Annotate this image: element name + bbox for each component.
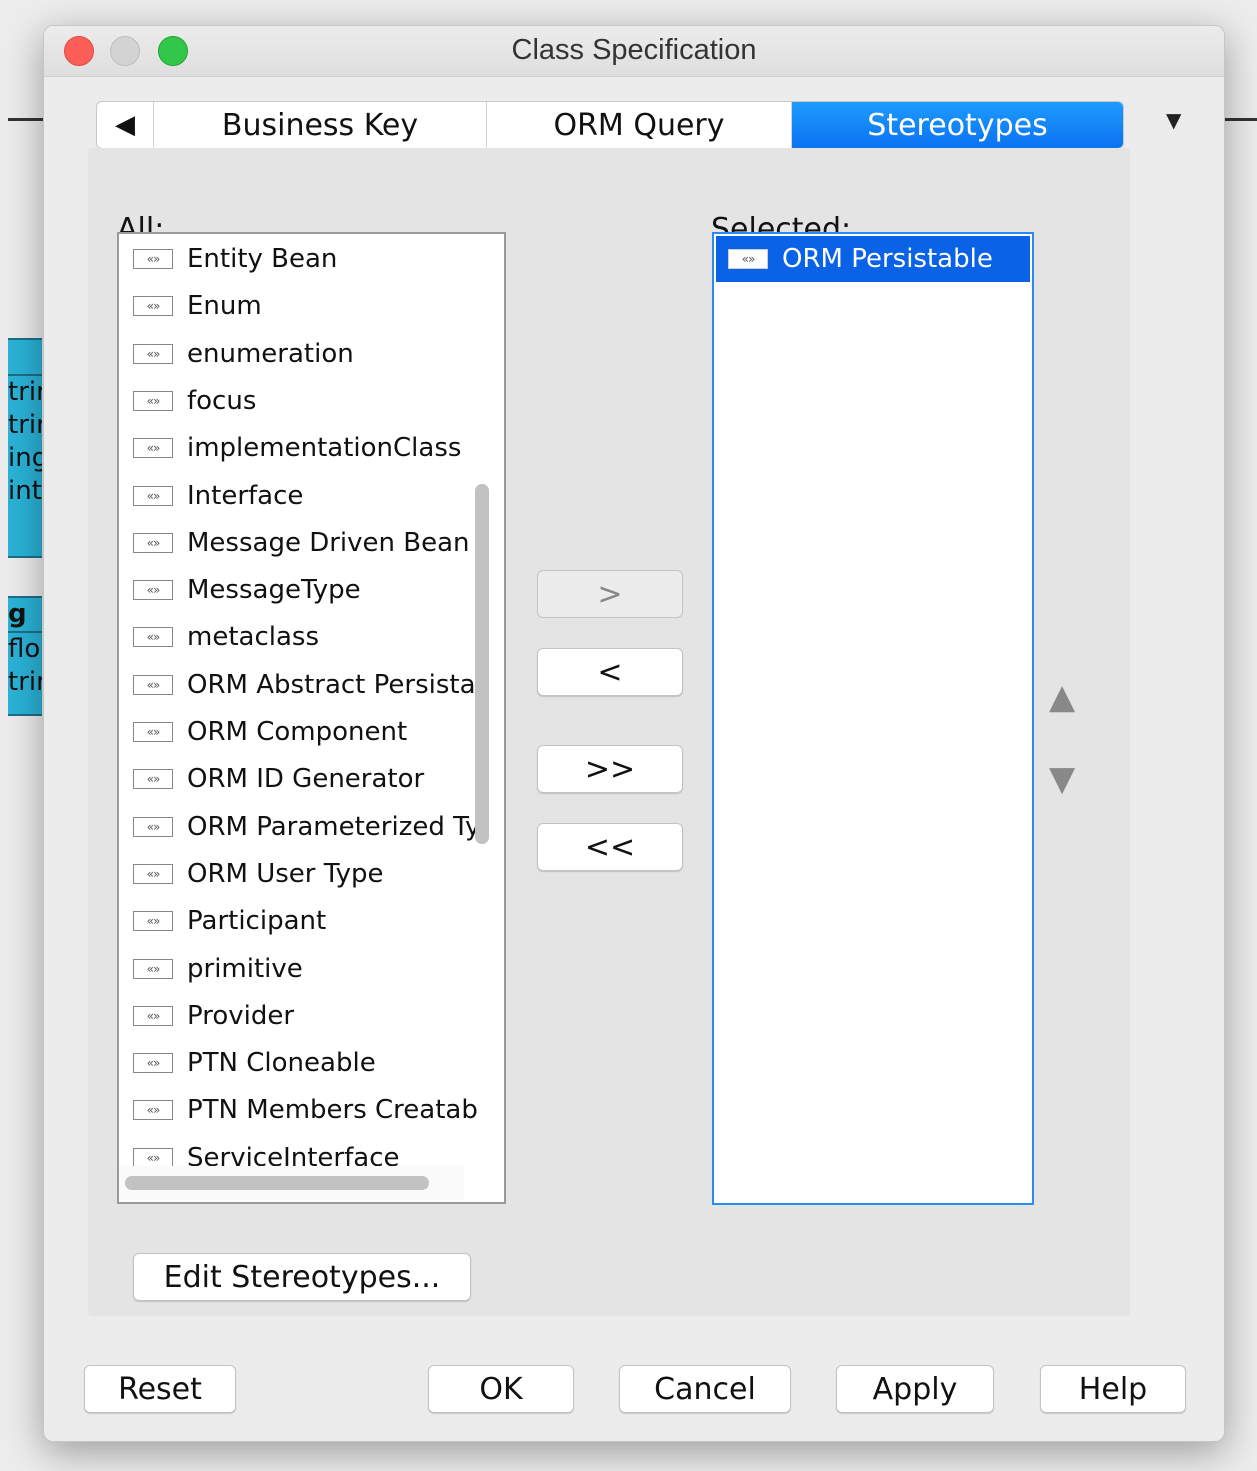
background-diagram-line-left xyxy=(8,118,44,121)
help-button[interactable]: Help xyxy=(1040,1365,1186,1413)
list-item[interactable]: «» Message Driven Bean xyxy=(133,523,470,563)
list-item-label: Message Driven Bean xyxy=(187,527,470,558)
list-item[interactable]: «» primitive xyxy=(133,949,303,989)
list-item[interactable]: «» Enum xyxy=(133,286,262,326)
vertical-scrollbar[interactable] xyxy=(475,484,489,844)
stereotype-icon: «» xyxy=(133,863,173,884)
list-item[interactable]: «» MessageType xyxy=(133,570,361,610)
stereotype-icon: «» xyxy=(133,816,173,837)
list-item-label: PTN Members Creatab xyxy=(187,1095,478,1126)
list-item-label: PTN Cloneable xyxy=(187,1048,376,1079)
background-diagram-line-right xyxy=(1222,118,1257,121)
horizontal-scrollbar[interactable] xyxy=(125,1176,429,1190)
stereotype-icon: «» xyxy=(133,674,173,695)
stereotypes-panel: All: Selected: «» Entity Bean «» Enum «» enum… xyxy=(88,148,1130,1316)
stereotype-icon: «» xyxy=(133,1100,173,1121)
selected-stereotypes-list[interactable]: «» ORM Persistable xyxy=(712,232,1034,1205)
all-stereotypes-list[interactable]: «» Entity Bean «» Enum «» enumeration «» focus «… xyxy=(117,232,506,1204)
list-item[interactable]: «» PTN Members Creatab xyxy=(133,1090,478,1130)
background-text: trin xyxy=(8,410,42,440)
stereotype-icon: «» xyxy=(133,1147,173,1168)
list-item-label: ORM Abstract Persista xyxy=(187,669,476,700)
list-item-label: ORM Parameterized Ty xyxy=(187,811,481,842)
list-item-label: enumeration xyxy=(187,338,354,369)
list-item-label: primitive xyxy=(187,953,303,984)
list-item[interactable]: «» ORM Persistable xyxy=(716,236,1030,282)
list-item-label: ORM ID Generator xyxy=(187,764,425,795)
reset-button[interactable]: Reset xyxy=(84,1365,236,1413)
stereotype-icon: «» xyxy=(133,580,173,601)
stereotype-icon: «» xyxy=(133,627,173,648)
stereotype-icon: «» xyxy=(133,343,173,364)
list-item[interactable]: «» Interface xyxy=(133,476,303,516)
list-item-label: Entity Bean xyxy=(187,244,338,274)
list-item-label: metaclass xyxy=(187,622,319,653)
list-item[interactable]: «» ORM ID Generator xyxy=(133,759,424,799)
tab-stereotypes[interactable]: Stereotypes xyxy=(792,102,1123,148)
tab-orm-query[interactable]: ORM Query xyxy=(487,102,792,148)
triangle-left-icon: ◀ xyxy=(115,110,135,140)
remove-button[interactable]: < xyxy=(537,648,683,696)
dialog-title: Class Specification xyxy=(511,34,757,66)
list-item[interactable]: «» PTN Cloneable xyxy=(133,1043,376,1083)
list-item-label: Provider xyxy=(187,1000,295,1031)
stereotype-icon: «» xyxy=(133,911,173,932)
add-all-button[interactable]: >> xyxy=(537,745,683,793)
list-item[interactable]: «» Entity Bean xyxy=(133,239,337,279)
stereotype-icon: «» xyxy=(133,438,173,459)
list-item-label: ORM User Type xyxy=(187,858,384,889)
list-item-label: focus xyxy=(187,385,257,416)
list-item-label: implementationClass xyxy=(187,433,462,464)
background-text: int xyxy=(8,476,42,506)
stereotype-icon: «» xyxy=(133,485,173,506)
tab-overflow-menu-icon[interactable]: ▼ xyxy=(1166,108,1181,132)
list-item[interactable]: «» ORM Component xyxy=(133,712,407,752)
background-text: trin xyxy=(8,667,42,697)
list-item[interactable]: «» Provider xyxy=(133,996,294,1036)
class-specification-dialog: Class Specification ◀ Business Key ORM Q… xyxy=(43,25,1225,1442)
stereotype-icon: «» xyxy=(133,1053,173,1074)
tab-scroll-left-button[interactable]: ◀ xyxy=(97,102,154,148)
list-item[interactable]: «» ORM Abstract Persista xyxy=(133,665,476,705)
remove-all-button[interactable]: << xyxy=(537,823,683,871)
list-item-label: Participant xyxy=(187,906,327,937)
stereotype-icon: «» xyxy=(728,249,768,269)
add-button[interactable]: > xyxy=(537,570,683,618)
edit-stereotypes-button[interactable]: Edit Stereotypes... xyxy=(133,1253,471,1301)
stereotype-icon: «» xyxy=(133,532,173,553)
tab-bar: ◀ Business Key ORM Query Stereotypes xyxy=(96,101,1124,149)
list-item[interactable]: «» metaclass xyxy=(133,617,319,657)
stereotype-icon: «» xyxy=(133,249,173,269)
list-item-label: ORM Persistable xyxy=(782,244,993,274)
move-down-icon[interactable]: ▼ xyxy=(1049,762,1075,796)
list-item[interactable]: «» ORM Parameterized Ty xyxy=(133,807,480,847)
list-item-label: Enum xyxy=(187,291,262,322)
tab-business-key[interactable]: Business Key xyxy=(154,102,487,148)
background-text: g xyxy=(8,599,27,629)
stereotype-icon: «» xyxy=(133,769,173,790)
stereotype-icon: «» xyxy=(133,296,173,317)
background-text: ing xyxy=(8,443,42,473)
background-text: trin xyxy=(8,374,42,409)
apply-button[interactable]: Apply xyxy=(836,1365,994,1413)
stereotype-icon: «» xyxy=(133,722,173,742)
title-bar[interactable]: Class Specification xyxy=(44,26,1224,77)
background-text: flo xyxy=(8,631,42,666)
background-class-box-2: g flo trin xyxy=(8,596,42,716)
list-item-label: Interface xyxy=(187,480,304,511)
list-item-label: ORM Component xyxy=(187,717,408,747)
list-item[interactable]: «» focus xyxy=(133,381,256,421)
stereotype-icon: «» xyxy=(133,1005,173,1026)
stereotype-icon: «» xyxy=(133,958,173,979)
move-up-icon[interactable]: ▲ xyxy=(1049,680,1075,714)
stereotype-icon: «» xyxy=(133,390,173,411)
list-item-label: MessageType xyxy=(187,575,361,606)
list-item[interactable]: «» enumeration xyxy=(133,334,354,374)
background-class-box-1: trin trin ing int xyxy=(8,338,42,558)
list-item[interactable]: «» ORM User Type xyxy=(133,854,383,894)
cancel-button[interactable]: Cancel xyxy=(619,1365,791,1413)
list-item[interactable]: «» Participant xyxy=(133,901,326,941)
ok-button[interactable]: OK xyxy=(428,1365,574,1413)
list-item[interactable]: «» implementationClass xyxy=(133,428,461,468)
